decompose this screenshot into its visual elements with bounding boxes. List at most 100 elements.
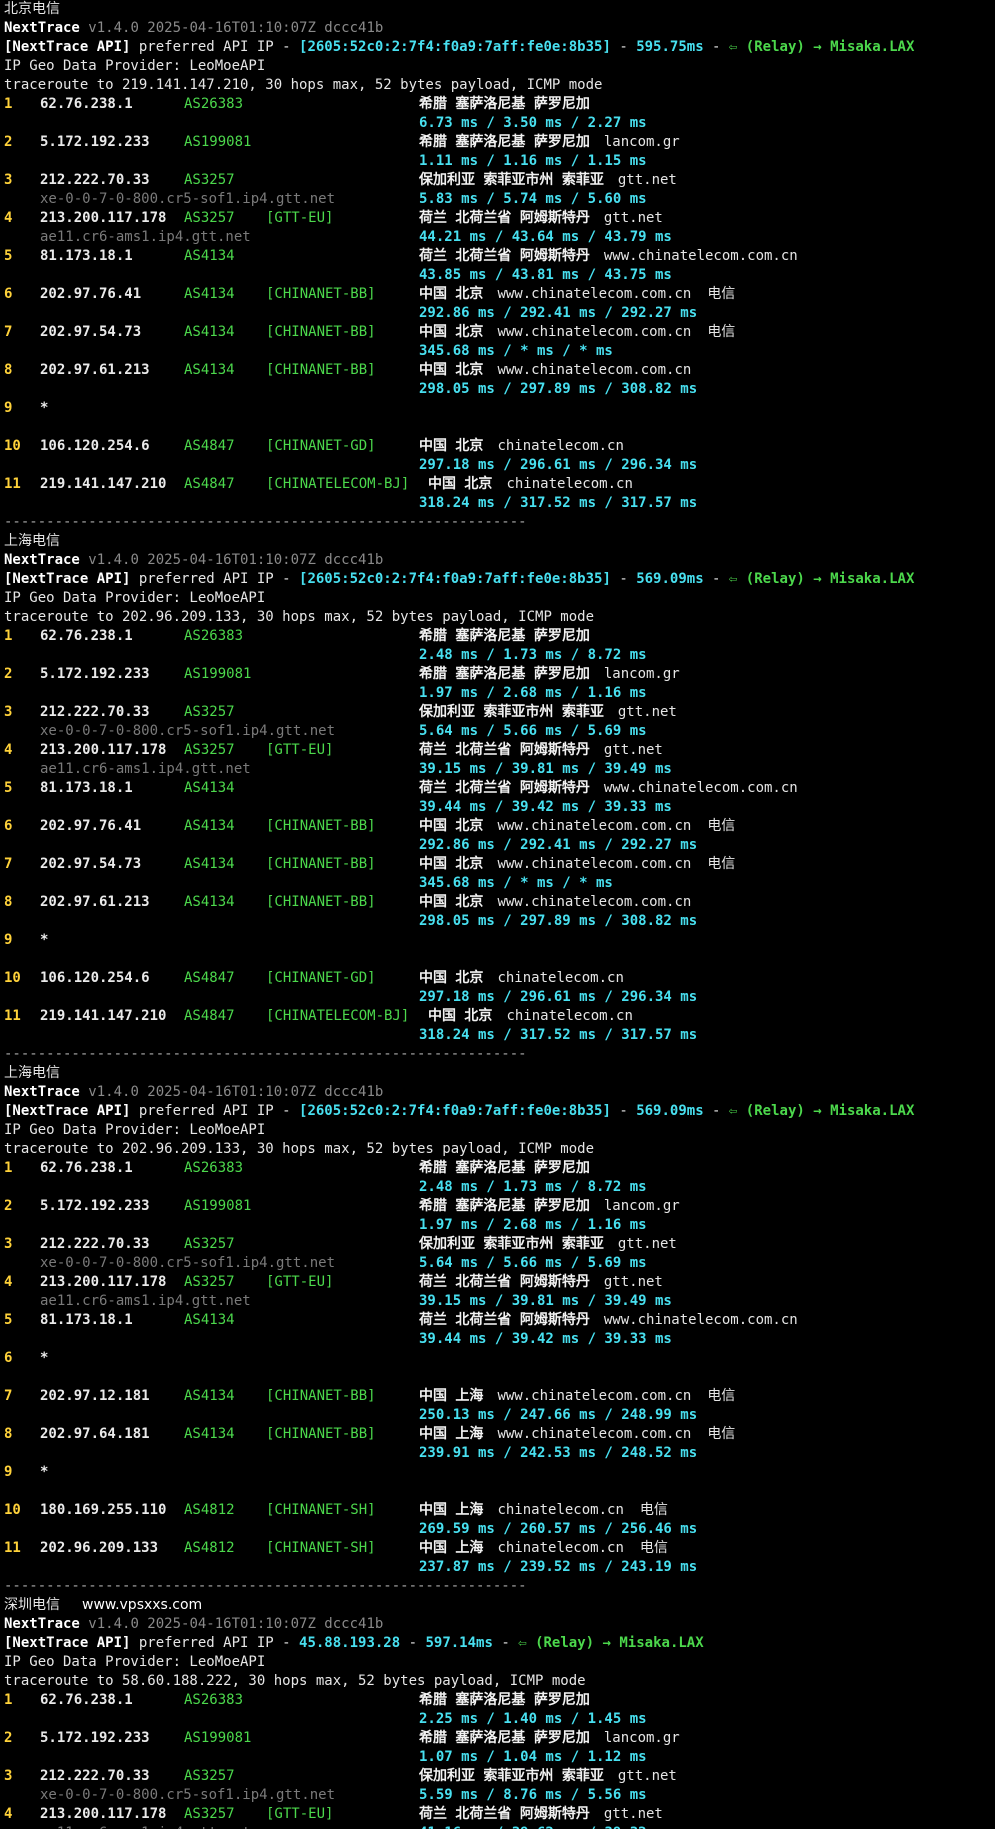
hop-geo: 荷兰 北荷兰省 阿姆斯特丹 gtt.net [419, 1273, 663, 1292]
hop-row: 3 212.222.70.33 AS3257 保加利亚 索菲亚市州 索菲亚 gtt.ne… [0, 703, 995, 741]
hop-geo-text: 中国 北京 [419, 324, 484, 340]
hop-domain: gtt.net [603, 210, 663, 226]
hop-isp: 电信 [707, 1388, 736, 1404]
hop-domain: chinatelecom.cn [497, 1502, 624, 1518]
hop-detail-line: 239.91 ms / 242.53 ms / 248.52 ms [0, 1444, 995, 1463]
hop-geo: 希腊 塞萨洛尼基 萨罗尼加 [419, 627, 590, 646]
hop-row: 5 81.173.18.1 AS4134 荷兰 北荷兰省 阿姆斯特丹 www.china… [0, 779, 995, 817]
terminal[interactable]: 北京电信 NextTrace v1.4.0 2025-04-16T01:10:07… [0, 0, 995, 1829]
hop-asn: AS3257 [184, 1274, 235, 1290]
hop-geo: 保加利亚 索菲亚市州 索菲亚 gtt.net [419, 171, 677, 190]
hop-asn: AS4812 [184, 1502, 235, 1518]
hop-row: 3 212.222.70.33 AS3257 保加利亚 索菲亚市州 索菲亚 gtt.ne… [0, 171, 995, 209]
hop-number: 11 [4, 476, 21, 492]
provider-text: IP Geo Data Provider: LeoMoeAPI [4, 58, 266, 74]
hop-ip: 106.120.254.6 [40, 438, 150, 454]
hop-detail-line: 298.05 ms / 297.89 ms / 308.82 ms [0, 912, 995, 931]
hop-geo: 希腊 塞萨洛尼基 萨罗尼加 lancom.gr [419, 1197, 680, 1216]
hop-number: 2 [4, 134, 13, 150]
hop-geo-text: 希腊 塞萨洛尼基 萨罗尼加 [419, 1692, 590, 1708]
hop-row: 11 219.141.147.210 AS4847 [CHINATELECOM-BJ]… [0, 1007, 995, 1045]
hop-detail-line: ae11.cr6-ams1.ip4.gtt.net 44.21 ms / 43.6… [0, 228, 995, 247]
hop-number: 4 [4, 1274, 13, 1290]
hop-line: 1 62.76.238.1 AS26383 希腊 塞萨洛尼基 萨罗尼加 [0, 1159, 995, 1178]
hop-rtt: 5.64 ms / 5.66 ms / 5.69 ms [419, 723, 647, 739]
hop-tag: [CHINANET-GD] [266, 970, 376, 986]
hop-line: 5 81.173.18.1 AS4134 荷兰 北荷兰省 阿姆斯特丹 www.china… [0, 247, 995, 266]
api-ip: [2605:52c0:2:7f4:f0a9:7aff:fe0e:8b35] [299, 39, 611, 55]
hop-geo: 荷兰 北荷兰省 阿姆斯特丹 gtt.net [419, 209, 663, 228]
hop-domain: gtt.net [603, 1274, 663, 1290]
hop-asn: AS4134 [184, 780, 235, 796]
hop-rtt: 43.85 ms / 43.81 ms / 43.75 ms [419, 267, 672, 283]
hop-detail-line: 250.13 ms / 247.66 ms / 248.99 ms [0, 1406, 995, 1425]
hop-geo-text: 希腊 塞萨洛尼基 萨罗尼加 [419, 134, 590, 150]
hop-domain: chinatelecom.cn [506, 1008, 633, 1024]
hop-rtt: 345.68 ms / * ms / * ms [419, 875, 613, 891]
section-title: 上海电信 [4, 533, 60, 549]
hop-ip: 212.222.70.33 [40, 172, 150, 188]
hop-line: 11 202.96.209.133 AS4812 [CHINANET-SH] 中国 上海… [0, 1539, 995, 1558]
hop-line: 8 202.97.64.181 AS4134 [CHINANET-BB] 中国 上海 ww… [0, 1425, 995, 1444]
hop-number: 6 [4, 286, 13, 302]
hop-rtt: 2.25 ms / 1.40 ms / 1.45 ms [419, 1711, 647, 1727]
relay-icon: ⇦ [728, 39, 738, 55]
hop-asn: AS26383 [184, 628, 244, 644]
hop-line: 9 * [0, 931, 995, 950]
hop-asn: AS3257 [184, 172, 235, 188]
api-text: preferred API IP - [130, 571, 300, 587]
hop-ip: 5.172.192.233 [40, 1198, 150, 1214]
hop-geo: 希腊 塞萨洛尼基 萨罗尼加 lancom.gr [419, 133, 680, 152]
hop-geo-text: 中国 上海 [419, 1540, 484, 1556]
hop-detail-line: 1.11 ms / 1.16 ms / 1.15 ms [0, 152, 995, 171]
hop-line: 1 62.76.238.1 AS26383 希腊 塞萨洛尼基 萨罗尼加 [0, 1691, 995, 1710]
hop-tag: [CHINANET-BB] [266, 818, 376, 834]
version-line: NextTrace v1.4.0 2025-04-16T01:10:07Z dc… [0, 1615, 995, 1634]
hop-asn: AS4134 [184, 324, 235, 340]
hop-geo: 中国 北京 chinatelecom.cn [419, 969, 624, 988]
hop-number: 3 [4, 1768, 13, 1784]
hop-asn: AS3257 [184, 1806, 235, 1822]
hop-domain: www.chinatelecom.com.cn [497, 856, 692, 872]
api-line: [NextTrace API] preferred API IP - [2605… [4, 39, 915, 55]
relay-icon: ⇦ [728, 571, 738, 587]
hop-ip: 213.200.117.178 [40, 1274, 167, 1290]
hop-geo: 中国 北京 www.chinatelecom.com.cn [419, 893, 691, 912]
hop-row: 5 81.173.18.1 AS4134 荷兰 北荷兰省 阿姆斯特丹 www.china… [0, 247, 995, 285]
hop-row: 7 202.97.54.73 AS4134 [CHINANET-BB] 中国 北京 www… [0, 855, 995, 893]
hop-number: 2 [4, 1730, 13, 1746]
hop-detail-line: ae11.cr6-ams1.ip4.gtt.net 39.15 ms / 39.8… [0, 760, 995, 779]
hop-asn: AS4812 [184, 1540, 235, 1556]
hop-asn: AS26383 [184, 1160, 244, 1176]
relay-icon: ⇦ [728, 1103, 738, 1119]
hop-number: 9 [4, 400, 13, 416]
hop-line: 11 219.141.147.210 AS4847 [CHINATELECOM-BJ]… [0, 1007, 995, 1026]
hop-domain: gtt.net [617, 1236, 677, 1252]
hop-detail-line: 298.05 ms / 297.89 ms / 308.82 ms [0, 380, 995, 399]
hop-detail-line: xe-0-0-7-0-800.cr5-sof1.ip4.gtt.net 5.59 … [0, 1786, 995, 1805]
hop-detail-line: 1.97 ms / 2.68 ms / 1.16 ms [0, 684, 995, 703]
hop-geo-text: 希腊 塞萨洛尼基 萨罗尼加 [419, 666, 590, 682]
hop-geo: 希腊 塞萨洛尼基 萨罗尼加 lancom.gr [419, 1729, 680, 1748]
hop-row: 6 202.97.76.41 AS4134 [CHINANET-BB] 中国 北京 www… [0, 817, 995, 855]
hop-asn: AS3257 [184, 704, 235, 720]
hop-number: 5 [4, 780, 13, 796]
hop-detail-line: 2.48 ms / 1.73 ms / 8.72 ms [0, 1178, 995, 1197]
hop-row: 1 62.76.238.1 AS26383 希腊 塞萨洛尼基 萨罗尼加 2.48 ms … [0, 627, 995, 665]
hop-row: 5 81.173.18.1 AS4134 荷兰 北荷兰省 阿姆斯特丹 www.china… [0, 1311, 995, 1349]
hop-rtt: 250.13 ms / 247.66 ms / 248.99 ms [419, 1407, 698, 1423]
api-label: [NextTrace API] [4, 1635, 131, 1651]
api-latency: 569.09ms [636, 571, 704, 587]
hop-rtt: 269.59 ms / 260.57 ms / 256.46 ms [419, 1521, 698, 1537]
hop-number: 11 [4, 1540, 21, 1556]
hop-row: 1 62.76.238.1 AS26383 希腊 塞萨洛尼基 萨罗尼加 6.73 ms … [0, 95, 995, 133]
hop-domain: lancom.gr [603, 666, 680, 682]
section-title: 北京电信 [4, 1, 60, 17]
hop-geo-text: 保加利亚 索菲亚市州 索菲亚 [419, 172, 604, 188]
hop-tag: [CHINATELECOM-BJ] [266, 1008, 410, 1024]
api-latency: 595.75ms [636, 39, 704, 55]
hop-domain: www.chinatelecom.com.cn [497, 286, 692, 302]
hop-number: 6 [4, 818, 13, 834]
hop-isp: 电信 [707, 286, 736, 302]
hop-geo: 中国 北京 chinatelecom.cn [419, 437, 624, 456]
